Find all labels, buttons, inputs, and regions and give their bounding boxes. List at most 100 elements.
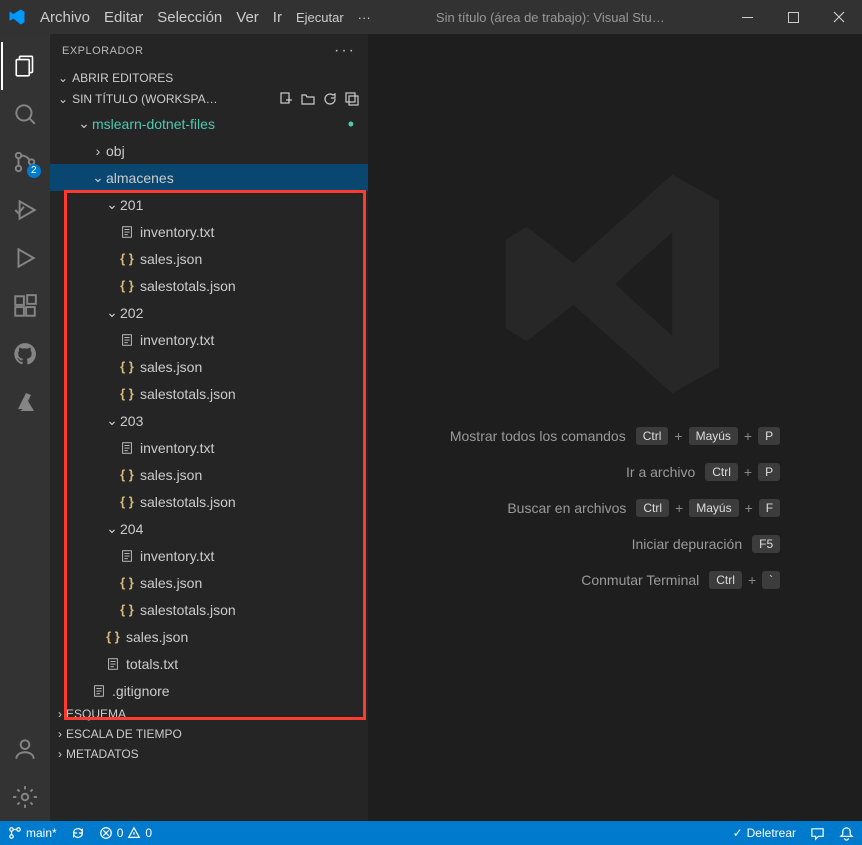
workspace-section[interactable]: ⌄ SIN TÍTULO (WORKSPA… bbox=[50, 88, 368, 110]
tree-label: almacenes bbox=[106, 170, 174, 186]
json-icon: { } bbox=[118, 278, 136, 293]
close-button[interactable] bbox=[816, 0, 862, 34]
window-title: Sin título (área de trabajo): Visual Stu… bbox=[377, 10, 724, 25]
menu-item-archivo[interactable]: Archivo bbox=[34, 5, 96, 30]
feedback-icon[interactable] bbox=[810, 826, 825, 841]
folder-obj[interactable]: ›obj bbox=[50, 137, 368, 164]
file-salestotals.json[interactable]: { }salestotals.json bbox=[50, 380, 368, 407]
spell-label: Deletrear bbox=[747, 826, 796, 840]
new-folder-icon[interactable] bbox=[300, 91, 316, 107]
bell-icon[interactable] bbox=[839, 826, 854, 841]
settings-activity-icon[interactable] bbox=[1, 773, 49, 821]
file-salestotals.json[interactable]: { }salestotals.json bbox=[50, 272, 368, 299]
help-label: Iniciar depuración bbox=[632, 536, 743, 552]
tree-label: sales.json bbox=[126, 629, 188, 645]
file-inventory.txt[interactable]: inventory.txt bbox=[50, 434, 368, 461]
json-icon: { } bbox=[118, 359, 136, 374]
maximize-button[interactable] bbox=[770, 0, 816, 34]
status-bar: main* 0 0 ✓Deletrear bbox=[0, 821, 862, 845]
open-editors-section[interactable]: ⌄ ABRIR EDITORES bbox=[50, 68, 368, 88]
testing-activity-icon[interactable] bbox=[1, 186, 49, 234]
spell-status[interactable]: ✓Deletrear bbox=[733, 826, 796, 840]
file-salestotals.json[interactable]: { }salestotals.json bbox=[50, 596, 368, 623]
plus-separator: + bbox=[744, 428, 752, 444]
folder-mslearn-dotnet-files[interactable]: ⌄mslearn-dotnet-files• bbox=[50, 110, 368, 137]
warning-count: 0 bbox=[145, 826, 152, 840]
tree-label: obj bbox=[106, 143, 125, 159]
explorer-header: EXPLORADOR ··· bbox=[50, 34, 368, 68]
help-row: Conmutar Terminal Ctrl + ` bbox=[450, 571, 780, 589]
scm-badge: 2 bbox=[27, 164, 41, 178]
chevron-right-icon: › bbox=[58, 727, 62, 741]
metadata-section[interactable]: › METADATOS bbox=[50, 744, 368, 764]
folder-almacenes[interactable]: ⌄almacenes bbox=[50, 164, 368, 191]
keyboard-key: ` bbox=[762, 571, 780, 589]
scm-activity-icon[interactable]: 2 bbox=[1, 138, 49, 186]
json-icon: { } bbox=[118, 575, 136, 590]
chevron-down-icon: ⌄ bbox=[58, 92, 68, 106]
titlebar: ArchivoEditarSelecciónVerIrEjecutar··· S… bbox=[0, 0, 862, 34]
file-totals.txt[interactable]: totals.txt bbox=[50, 650, 368, 677]
menu-item-selección[interactable]: Selección bbox=[151, 5, 228, 30]
tree-label: sales.json bbox=[140, 575, 202, 591]
file-salestotals.json[interactable]: { }salestotals.json bbox=[50, 488, 368, 515]
file-inventory.txt[interactable]: inventory.txt bbox=[50, 326, 368, 353]
chevron-down-icon: ⌄ bbox=[104, 196, 120, 213]
extensions-activity-icon[interactable] bbox=[1, 282, 49, 330]
branch-status[interactable]: main* bbox=[8, 826, 57, 840]
menu-item-ver[interactable]: Ver bbox=[230, 5, 265, 30]
file-sales.json[interactable]: { }sales.json bbox=[50, 461, 368, 488]
file-sales.json[interactable]: { } sales.json bbox=[50, 569, 368, 596]
sync-status[interactable] bbox=[71, 826, 85, 840]
folder-203[interactable]: ⌄203 bbox=[50, 407, 368, 434]
help-label: Conmutar Terminal bbox=[581, 572, 699, 588]
keyboard-key: P bbox=[758, 427, 780, 445]
menu-item-···[interactable]: ··· bbox=[352, 6, 377, 29]
explorer-activity-icon[interactable] bbox=[1, 42, 49, 90]
debug-activity-icon[interactable] bbox=[1, 234, 49, 282]
folder-204[interactable]: ⌄204 bbox=[50, 515, 368, 542]
menu-item-editar[interactable]: Editar bbox=[98, 5, 149, 30]
metadata-label: METADATOS bbox=[66, 747, 139, 761]
txt-icon bbox=[104, 657, 122, 671]
folder-202[interactable]: ⌄202 bbox=[50, 299, 368, 326]
txt-icon bbox=[118, 333, 136, 347]
search-activity-icon[interactable] bbox=[1, 90, 49, 138]
keyboard-key: Ctrl bbox=[709, 571, 742, 589]
keyboard-key: P bbox=[758, 463, 780, 481]
outline-section[interactable]: › ESQUEMA bbox=[50, 704, 368, 724]
file-sales.json[interactable]: { }sales.json bbox=[50, 245, 368, 272]
chevron-down-icon: ⌄ bbox=[90, 169, 106, 186]
json-icon: { } bbox=[118, 386, 136, 401]
new-file-icon[interactable] bbox=[278, 91, 294, 107]
github-activity-icon[interactable] bbox=[1, 330, 49, 378]
menu-item-ejecutar[interactable]: Ejecutar bbox=[290, 6, 350, 29]
tree-label: sales.json bbox=[140, 251, 202, 267]
file-sales.json[interactable]: { }sales.json bbox=[50, 353, 368, 380]
tree-label: salestotals.json bbox=[140, 602, 236, 618]
file-.gitignore[interactable]: .gitignore bbox=[50, 677, 368, 704]
tree-label: sales.json bbox=[140, 467, 202, 483]
problems-status[interactable]: 0 0 bbox=[99, 826, 152, 840]
azure-activity-icon[interactable] bbox=[1, 378, 49, 426]
account-activity-icon[interactable] bbox=[1, 725, 49, 773]
minimize-button[interactable] bbox=[724, 0, 770, 34]
more-icon[interactable]: ··· bbox=[334, 42, 356, 60]
keyboard-key: Mayús bbox=[689, 427, 738, 445]
chevron-right-icon: › bbox=[58, 747, 62, 761]
keyboard-key: Ctrl bbox=[705, 463, 738, 481]
file-inventory.txt[interactable]: inventory.txt bbox=[50, 542, 368, 569]
menu-bar: ArchivoEditarSelecciónVerIrEjecutar··· bbox=[34, 5, 377, 30]
file-inventory.txt[interactable]: inventory.txt bbox=[50, 218, 368, 245]
activity-bar: 2 bbox=[0, 34, 50, 821]
help-panel: Mostrar todos los comandosCtrl+Mayús+PIr… bbox=[450, 427, 780, 589]
plus-separator: + bbox=[748, 572, 756, 588]
menu-item-ir[interactable]: Ir bbox=[267, 5, 288, 30]
refresh-icon[interactable] bbox=[322, 91, 338, 107]
collapse-icon[interactable] bbox=[344, 91, 360, 107]
folder-201[interactable]: ⌄201 bbox=[50, 191, 368, 218]
help-label: Mostrar todos los comandos bbox=[450, 428, 626, 444]
file-sales.json[interactable]: { }sales.json bbox=[50, 623, 368, 650]
timeline-label: ESCALA DE TIEMPO bbox=[66, 727, 182, 741]
timeline-section[interactable]: › ESCALA DE TIEMPO bbox=[50, 724, 368, 744]
